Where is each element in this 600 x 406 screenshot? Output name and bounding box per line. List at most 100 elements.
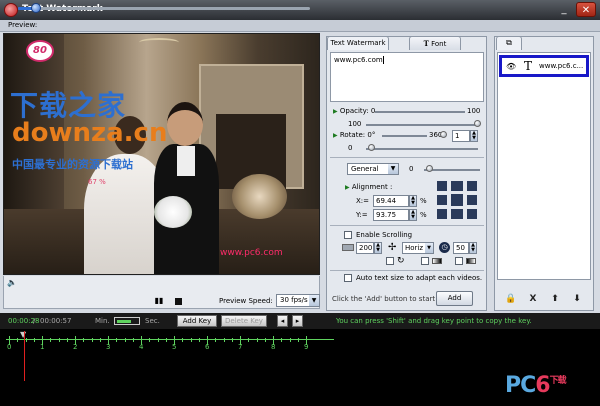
x-position-input[interactable]: 69.44 — [373, 195, 409, 207]
ruler-minor-tick — [198, 338, 200, 342]
seek-bar-row: 🔈 — [3, 276, 320, 293]
overlay-slogan: 中国最专业的资源下载站 — [12, 158, 133, 171]
watermark-text-value: www.pc6.com — [334, 56, 383, 64]
align-middle-left[interactable] — [437, 195, 447, 205]
volume-icon[interactable]: 🔈 — [7, 278, 17, 287]
seek-track[interactable] — [18, 7, 310, 10]
list-item[interactable]: 👁 T www.pc6.c... — [499, 55, 589, 77]
general-slider-thumb[interactable] — [426, 165, 433, 172]
move-up-icon[interactable]: ⬆ — [548, 292, 562, 306]
position-mode-select[interactable]: General ▼ — [347, 163, 399, 175]
opacity-range-line — [375, 111, 465, 113]
tab-font-label: Font — [431, 40, 447, 48]
timeline-zoom-slider[interactable] — [114, 317, 140, 325]
delete-icon[interactable]: X — [526, 292, 540, 306]
chevron-down-icon: ▼ — [309, 295, 319, 306]
ruler-label: 9 — [304, 343, 309, 351]
pc6-logo: PC6下载 — [505, 373, 567, 398]
watermark-text-input[interactable]: www.pc6.com — [330, 52, 484, 102]
pause-button[interactable]: ▮▮ — [154, 296, 164, 306]
ruler-minor-tick — [58, 338, 60, 342]
text-watermark-preview[interactable]: www.pc6.com — [220, 248, 283, 258]
scroll-direction-select[interactable]: Horiz ▼ — [402, 242, 434, 254]
rotate-range-line — [382, 135, 427, 137]
ruler-label: 8 — [271, 343, 276, 351]
ruler-minor-tick — [289, 338, 291, 342]
scroll-direction-value: Horiz — [405, 244, 424, 252]
alignment-label-text: Alignment : — [351, 183, 393, 191]
opacity-slider-track[interactable] — [366, 124, 478, 126]
y-position-input[interactable]: 93.75 — [373, 209, 409, 221]
ruler-minor-tick — [17, 338, 19, 342]
ruler-label: 6 — [205, 343, 210, 351]
align-bottom-right[interactable] — [467, 209, 477, 219]
eye-icon[interactable]: 👁 — [506, 62, 516, 71]
scroll-speed-spinner[interactable]: ▲ ▼ — [374, 242, 382, 254]
enable-scrolling-checkbox[interactable] — [344, 231, 352, 239]
ruler-minor-tick — [248, 338, 250, 342]
y-label: Y:= — [356, 211, 368, 219]
align-top-right[interactable] — [467, 181, 477, 191]
tab-text-watermark[interactable]: Text Watermark — [327, 36, 389, 50]
preview-image[interactable]: 80 下载之家 downza.cn 中国最专业的资源下载站 67 % www.p… — [3, 33, 320, 275]
ruler-label: 5 — [172, 343, 177, 351]
layers-tab[interactable]: ⧉ — [496, 36, 522, 50]
x-position-spinner[interactable]: ▲ ▼ — [409, 195, 417, 207]
add-button[interactable]: Add — [436, 291, 473, 306]
rotate-slider-track[interactable] — [366, 148, 478, 150]
time-separator: / — [33, 317, 36, 325]
align-top-center[interactable] — [451, 181, 463, 191]
prev-key-button[interactable]: ◂ — [277, 315, 288, 327]
scroll-time-input[interactable]: 50 — [453, 242, 469, 254]
rotate-range-knob[interactable] — [440, 131, 447, 138]
align-bottom-center[interactable] — [451, 209, 463, 219]
ruler-minor-tick — [215, 338, 217, 342]
playhead[interactable] — [24, 331, 25, 381]
scroll-time-spinner[interactable]: ▲ ▼ — [469, 242, 477, 254]
preview-speed-select[interactable]: 30 fps/s ▼ — [276, 294, 320, 307]
y-position-spinner[interactable]: ▲ ▼ — [409, 209, 417, 221]
loop-checkbox[interactable] — [386, 257, 394, 265]
photo-bouquet — [154, 196, 192, 228]
rotate-step-spinner[interactable]: ▲ ▼ — [470, 130, 478, 142]
ruler-minor-tick — [50, 338, 52, 342]
stop-button[interactable] — [175, 298, 182, 305]
opacity-slider-thumb[interactable] — [474, 120, 481, 127]
ruler-minor-tick — [281, 338, 283, 342]
tab-font[interactable]: T Font — [409, 36, 461, 50]
rotate-step-input[interactable]: 1 — [452, 130, 470, 142]
minimize-button[interactable]: _ — [554, 2, 574, 17]
expand-triangle-icon: ▶ — [345, 184, 350, 191]
overlay-brand-domain: downza.cn — [12, 118, 168, 148]
align-top-left[interactable] — [437, 181, 447, 191]
align-center[interactable] — [451, 194, 463, 206]
align-bottom-left[interactable] — [437, 209, 447, 219]
delete-key-button[interactable]: Delete Key — [221, 315, 267, 327]
auto-text-size-label: Auto text size to adapt each videos. — [356, 274, 483, 282]
next-key-button[interactable]: ▸ — [292, 315, 303, 327]
scroll-speed-icon — [342, 244, 354, 251]
y-percent: % — [420, 211, 427, 219]
ruler-label: 7 — [238, 343, 243, 351]
enable-scrolling-label: Enable Scrolling — [356, 231, 413, 239]
ruler-minor-tick — [182, 338, 184, 342]
close-button[interactable]: ✕ — [576, 2, 596, 17]
timeline-toolbar: 00:00:28 / 00:00:57 Min. Sec. Add Key De… — [0, 313, 600, 329]
auto-text-size-checkbox[interactable] — [344, 274, 352, 282]
fade-in-checkbox[interactable] — [421, 257, 429, 265]
fade-out-checkbox[interactable] — [455, 257, 463, 265]
divider — [330, 157, 484, 158]
layers-icon: ⧉ — [506, 38, 512, 47]
ruler-minor-tick — [124, 338, 126, 342]
ruler-minor-tick — [231, 338, 233, 342]
seek-thumb[interactable] — [30, 3, 41, 13]
add-key-button[interactable]: Add Key — [177, 315, 217, 327]
alignment-grid[interactable] — [437, 181, 477, 219]
align-middle-right[interactable] — [467, 195, 477, 205]
ruler-label: 3 — [106, 343, 111, 351]
ruler-minor-tick — [297, 338, 299, 342]
rotate-slider-thumb[interactable] — [368, 144, 375, 151]
lock-icon[interactable]: 🔒 — [504, 292, 518, 306]
scroll-speed-input[interactable]: 200 — [356, 242, 374, 254]
move-down-icon[interactable]: ⬇ — [570, 292, 584, 306]
